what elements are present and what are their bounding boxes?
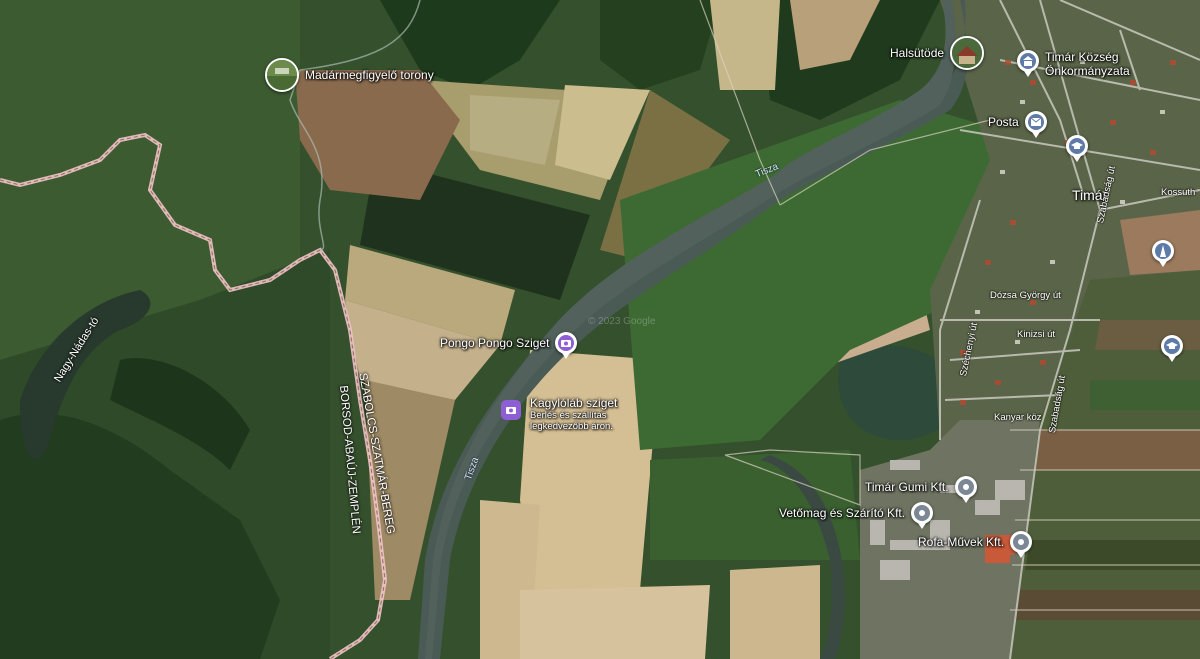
poi-label: Posta [988,115,1019,129]
street-label: Dózsa György út [990,290,1061,301]
street-label: Kanyar köz [994,412,1042,423]
poi-label: Pongo Pongo Sziget [440,336,550,350]
poi-label: Rofa-Művek Kft. [918,535,1005,549]
poi-kagylolab-sziget[interactable]: Kagylóláb sziget Bérlés és szállítás leg… [501,396,617,432]
pin-icon [911,502,934,529]
poi-label: Timár Község Önkormányzata [1045,50,1130,78]
poi-halsutode[interactable]: Halsütöde [890,36,985,70]
street-label: Kinizsi út [1017,329,1056,340]
poi-label: Vetőmag és Szárító Kft. [779,506,906,520]
poi-town-hall[interactable]: Timár Község Önkormányzata [1017,50,1155,78]
camera-icon [555,332,578,359]
poi-label: Halsütöde [890,46,945,60]
school-icon[interactable] [1066,135,1088,162]
poi-label: Madármegfigyelő torony [305,68,434,82]
poi-pongo-pongo-sziget[interactable]: Pongo Pongo Sziget [440,332,578,359]
poi-rofa-muvek[interactable]: Rofa-Művek Kft. [918,531,1033,558]
town-hall-icon [1017,50,1039,77]
satellite-map[interactable]: © 2023 Google Madármegfigyelő torony Hal… [0,0,1200,659]
poi-posta[interactable]: Posta [988,111,1047,138]
pin-icon [1010,531,1033,558]
mail-icon [1024,111,1047,138]
pin-icon [954,476,977,503]
street-label: Kossuth [1161,187,1196,198]
poi-timar-gumi[interactable]: Timár Gumi Kft. [865,476,977,503]
poi-description: Bérlés és szállítás [530,410,607,421]
poi-bird-watching-tower[interactable]: Madármegfigyelő torony [265,58,434,92]
monument-icon[interactable] [1152,240,1174,267]
school-icon[interactable] [1161,335,1183,362]
map-watermark: © 2023 Google [588,316,656,327]
poi-vetomag-szarito[interactable]: Vetőmag és Szárító Kft. [779,502,934,529]
photo-icon [950,36,985,70]
poi-label: Kagylóláb sziget [530,396,618,410]
poi-description: legkedvezőbb áron. [530,421,613,432]
photo-icon [265,58,299,92]
poi-label: Timár Gumi Kft. [865,480,949,494]
camera-icon [501,400,521,420]
